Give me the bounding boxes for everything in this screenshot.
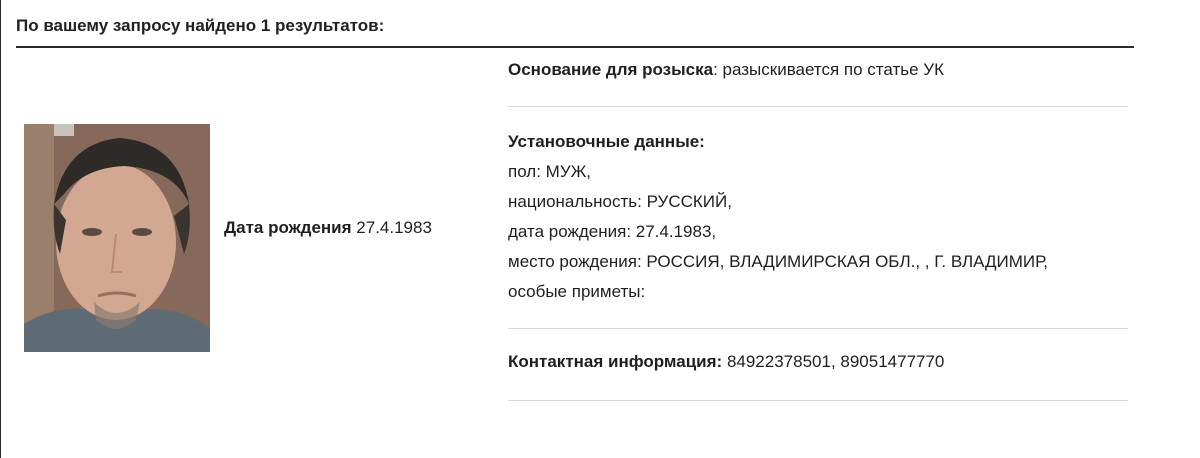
wanted-basis: Основание для розыска: разыскивается по … (508, 60, 944, 80)
contact-info: Контактная информация: 84922378501, 8905… (508, 352, 944, 372)
identification-birth-date: дата рождения: 27.4.1983, (508, 222, 717, 241)
identification-sex: пол: МУЖ, (508, 162, 592, 181)
identification-birth-place: место рождения: РОССИЯ, ВЛАДИМИРСКАЯ ОБЛ… (508, 252, 1048, 271)
birth-date-label: Дата рождения (224, 218, 352, 237)
suspect-photo (24, 124, 210, 352)
results-count-header: По вашему запросу найдено 1 результатов: (16, 16, 385, 35)
identification-nationality: национальность: РУССКИЙ, (508, 192, 732, 211)
contact-info-label: Контактная информация: (508, 352, 723, 371)
section-divider-2 (508, 328, 1128, 329)
birth-date-value: 27.4.1983 (356, 218, 432, 237)
section-divider-3 (508, 400, 1128, 401)
wanted-basis-label: Основание для розыска (508, 60, 714, 79)
page-left-border (0, 0, 1, 458)
header-divider (16, 46, 1134, 48)
section-divider-1 (508, 106, 1128, 107)
identification-label: Установочные данные: (508, 132, 705, 151)
identification-special-marks: особые приметы: (508, 282, 646, 301)
identification-data: Установочные данные: пол: МУЖ, националь… (508, 127, 1048, 307)
contact-info-value: 84922378501, 89051477770 (722, 352, 945, 371)
wanted-basis-value: : разыскивается по статье УК (713, 60, 944, 79)
birth-date-summary: Дата рождения 27.4.1983 (224, 218, 432, 238)
